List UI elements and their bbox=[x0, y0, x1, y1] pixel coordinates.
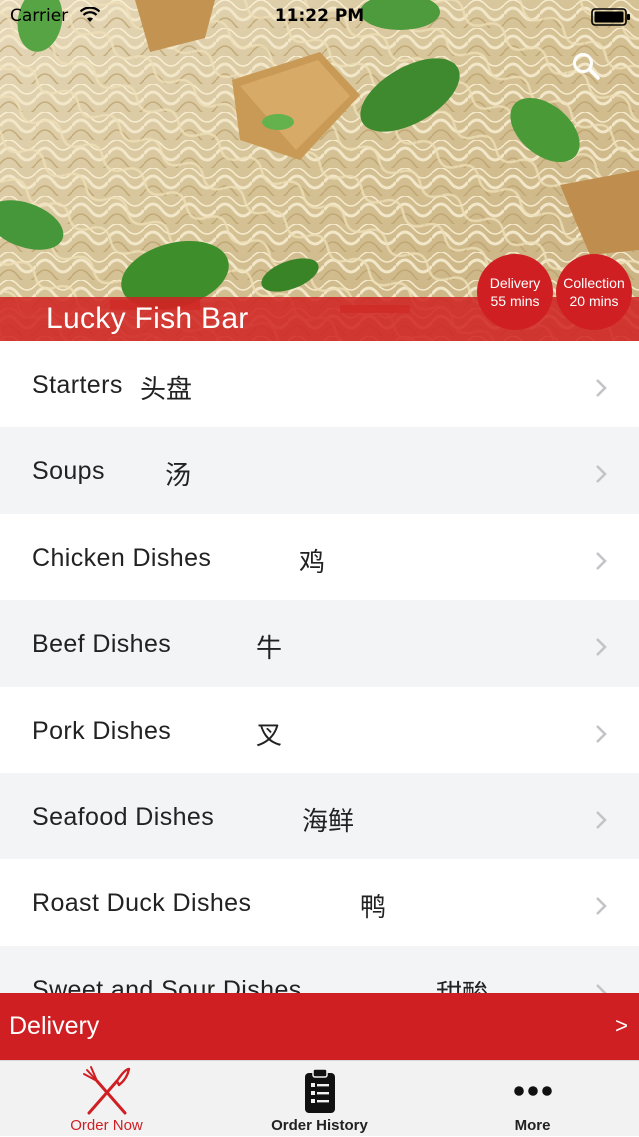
category-chinese-name: 鸡 bbox=[299, 547, 326, 578]
tab-label: More bbox=[514, 1117, 551, 1134]
category-name: Pork Dishes bbox=[32, 716, 172, 745]
category-chinese-name: 牛 bbox=[256, 634, 283, 665]
category-name: Seafood Dishes bbox=[32, 802, 215, 831]
tab-label: Order History bbox=[271, 1117, 368, 1134]
menu-category-row[interactable]: Sweet and Sour Dishes 甜酸 bbox=[0, 945, 639, 993]
collection-time-badge: Collection 20 mins bbox=[556, 254, 632, 330]
category-name: Chicken Dishes bbox=[32, 543, 212, 572]
category-chinese-name: 鸭 bbox=[360, 893, 387, 924]
category-chinese-name: 海鲜 bbox=[302, 806, 355, 837]
chevron-right-icon bbox=[596, 811, 607, 829]
category-name: Sweet and Sour Dishes bbox=[32, 975, 302, 993]
status-bar: Carrier 11:22 PM bbox=[0, 0, 639, 34]
chevron-right-icon bbox=[596, 638, 607, 657]
category-name: Starters bbox=[32, 371, 123, 399]
menu-category-row[interactable]: Roast Duck Dishes 鸭 bbox=[0, 859, 639, 946]
delivery-badge-time: 55 mins bbox=[490, 293, 540, 309]
category-chinese-name: 甜酸 bbox=[436, 974, 488, 993]
clipboard-list-icon bbox=[304, 1068, 335, 1113]
chevron-right-icon bbox=[596, 897, 607, 916]
category-name: Roast Duck Dishes bbox=[32, 889, 252, 918]
tab-more[interactable]: More bbox=[426, 1061, 639, 1137]
fork-knife-icon bbox=[82, 1066, 130, 1115]
battery-icon bbox=[591, 8, 630, 26]
tab-label: Order Now bbox=[70, 1117, 143, 1134]
order-mode-label: Delivery bbox=[9, 1012, 100, 1040]
search-icon bbox=[573, 53, 600, 80]
hero-banner: Carrier 11:22 PM Lucky Fish Bar Delivery… bbox=[0, 0, 639, 341]
menu-category-row[interactable]: Seafood Dishes 海鲜 bbox=[0, 772, 639, 860]
restaurant-name: Lucky Fish Bar bbox=[46, 302, 249, 335]
category-chinese-name: 头盘 bbox=[140, 375, 193, 405]
category-name: Soups bbox=[32, 457, 105, 486]
delivery-time-badge: Delivery 55 mins bbox=[477, 254, 553, 330]
chevron-right-icon bbox=[596, 465, 607, 484]
category-name: Beef Dishes bbox=[32, 630, 172, 659]
category-chinese-name: 叉 bbox=[256, 720, 283, 751]
delivery-badge-label: Delivery bbox=[489, 275, 541, 291]
menu-category-row[interactable]: Starters 头盘 bbox=[0, 341, 639, 428]
chevron-right-icon bbox=[596, 551, 607, 570]
chevron-right-icon bbox=[596, 379, 607, 397]
tab-bar: Order Now Order History More bbox=[0, 1060, 639, 1136]
chevron-right-icon bbox=[596, 983, 607, 993]
tab-order-now[interactable]: Order Now bbox=[0, 1061, 213, 1137]
collection-badge-label: Collection bbox=[563, 275, 625, 291]
tab-order-history[interactable]: Order History bbox=[213, 1061, 426, 1137]
clock-label: 11:22 PM bbox=[274, 6, 365, 26]
order-mode-arrow: > bbox=[615, 1013, 628, 1038]
more-dots-icon bbox=[513, 1086, 552, 1096]
menu-category-row[interactable]: Chicken Dishes 鸡 bbox=[0, 513, 639, 601]
menu-category-row[interactable]: Soups 汤 bbox=[0, 427, 639, 514]
menu-category-row[interactable]: Pork Dishes 叉 bbox=[0, 686, 639, 773]
menu-category-row[interactable]: Beef Dishes 牛 bbox=[0, 600, 639, 687]
collection-badge-time: 20 mins bbox=[569, 293, 619, 309]
menu-category-list[interactable]: Starters 头盘 Soups 汤 Chicken Dishes 鸡 Bee… bbox=[0, 341, 639, 993]
search-button[interactable] bbox=[566, 46, 606, 86]
category-chinese-name: 汤 bbox=[165, 461, 192, 492]
order-mode-bar[interactable]: Delivery > bbox=[0, 993, 639, 1060]
chevron-right-icon bbox=[596, 724, 607, 743]
